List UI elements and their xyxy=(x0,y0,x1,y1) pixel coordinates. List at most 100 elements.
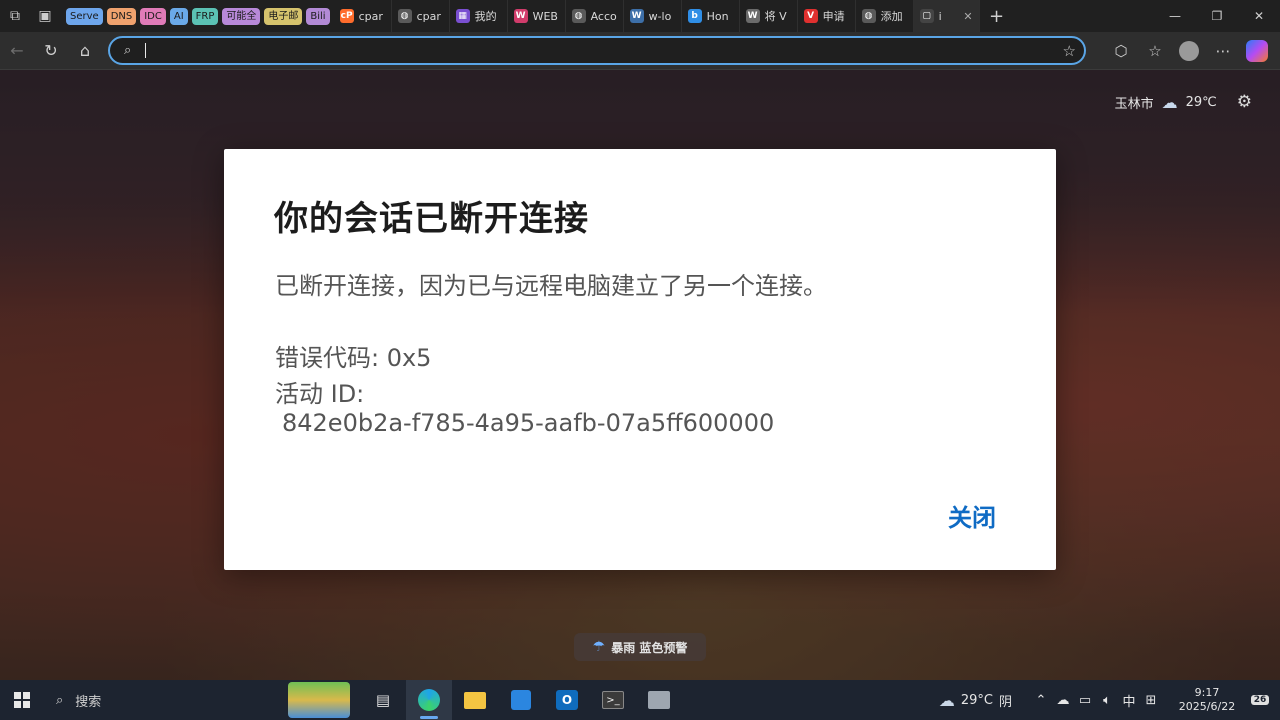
tab-group[interactable]: 可能全 xyxy=(222,7,261,25)
folder-icon xyxy=(464,691,486,709)
tab-group[interactable]: Serve xyxy=(66,7,103,25)
browser-tab[interactable]: W将 V xyxy=(740,0,798,32)
tab-group[interactable]: AI xyxy=(169,7,188,25)
tab-label: cpar xyxy=(358,9,383,23)
taskbar-store[interactable] xyxy=(498,680,544,720)
activity-id-value: 842e0b2a-f785-4a95-aafb-07a5ff600000 xyxy=(282,409,775,437)
terminal-icon: >_ xyxy=(602,691,624,709)
browser-tab[interactable]: Ww-lo xyxy=(624,0,682,32)
browser-tab[interactable]: ◍ Acco xyxy=(566,0,624,32)
tab-group[interactable]: 电子邮 xyxy=(264,7,303,25)
tab-group[interactable]: Bili xyxy=(306,7,330,25)
tab-bar: ⧉ ▣ Serve DNS IDC AI FRP 可能全 电子邮 Bili cP cpar ◍ cp… xyxy=(0,0,1280,32)
window-close-icon[interactable]: ✕ xyxy=(1238,0,1280,32)
browser-tab[interactable]: W WEB xyxy=(508,0,566,32)
taskbar-search-placeholder: 搜索 xyxy=(75,694,102,710)
browser-tab[interactable]: ◍ cpar xyxy=(392,0,450,32)
web-icon: W xyxy=(513,9,528,23)
taskbar-edge[interactable] xyxy=(406,680,452,720)
vivaldi-icon: V xyxy=(803,9,818,23)
onedrive-icon[interactable]: ☁ xyxy=(1052,693,1074,708)
error-code: 错误代码: 0x5 xyxy=(275,344,432,372)
text-caret xyxy=(145,43,147,58)
tab-group[interactable]: DNS xyxy=(106,7,137,25)
new-tab-button[interactable]: + xyxy=(980,0,1014,32)
more-menu-icon[interactable]: ⋯ xyxy=(1206,34,1240,68)
globe-icon: ◍ xyxy=(571,9,586,23)
browser-tab[interactable]: cP cpar xyxy=(334,0,392,32)
notification-center[interactable]: 26 xyxy=(1244,680,1276,720)
ime-grid-icon[interactable]: ⊞ xyxy=(1140,693,1162,708)
extensions-icon[interactable]: ⬡ xyxy=(1104,34,1138,68)
tab-label: WEB xyxy=(532,9,558,23)
back-button[interactable]: ← xyxy=(0,34,34,68)
tray-weather-condition: 阴 xyxy=(998,694,1012,710)
minimize-icon[interactable]: — xyxy=(1154,0,1196,32)
taskbar-outlook[interactable]: O xyxy=(544,680,590,720)
weather-alert-badge[interactable]: ☂ 暴雨 蓝色预警 xyxy=(574,633,706,661)
close-button[interactable]: 关闭 xyxy=(948,498,996,533)
system-tray: ☁ 29°C 阴 ⌃ ☁ ▭ 🔈︎ 中 ⊞ 9:17 2025/6/22 26 xyxy=(939,680,1280,720)
tab-actions-icon[interactable]: ▣ xyxy=(30,1,60,31)
start-button[interactable] xyxy=(0,680,44,720)
clock[interactable]: 9:17 2025/6/22 xyxy=(1170,686,1244,714)
tab-label: Hon xyxy=(706,9,729,23)
tab-active-favicon-icon: ▢ xyxy=(919,9,934,23)
favorites-icon[interactable]: ☆ xyxy=(1138,34,1172,68)
outlook-icon: O xyxy=(556,690,578,710)
taskbar-remote-desktop[interactable] xyxy=(636,680,682,720)
cloud-icon: ☁ xyxy=(938,690,955,710)
task-view-icon[interactable]: ▤ xyxy=(360,680,406,720)
globe-icon: ◍ xyxy=(861,9,876,23)
tab-group[interactable]: FRP xyxy=(191,7,219,25)
maximize-icon[interactable]: ❐ xyxy=(1196,0,1238,32)
wordpress-icon: W xyxy=(745,9,760,23)
taskbar-terminal[interactable]: >_ xyxy=(590,680,636,720)
home-button[interactable]: ⌂ xyxy=(68,34,102,68)
search-icon: ⌕ xyxy=(124,43,132,58)
cloudy-icon: ☁ xyxy=(1161,92,1178,112)
search-icon: ⌕ xyxy=(56,692,64,708)
activity-id-label: 活动 ID: xyxy=(275,380,365,408)
settings-gear-icon[interactable]: ⚙ xyxy=(1237,92,1252,112)
url-input[interactable]: ⌕ ☆ xyxy=(108,36,1086,65)
wordpress-icon: W xyxy=(629,9,644,23)
clock-time: 9:17 xyxy=(1194,686,1220,699)
chevron-up-icon[interactable]: ⌃ xyxy=(1030,693,1052,708)
tab-active[interactable]: ▢ i ✕ xyxy=(913,0,980,32)
browser-tab[interactable]: b Hon xyxy=(682,0,740,32)
favorite-star-icon[interactable]: ☆ xyxy=(1063,42,1076,60)
network-icon[interactable]: ▭ xyxy=(1074,693,1096,708)
session-disconnected-dialog: 你的会话已断开连接 已断开连接，因为已与远程电脑建立了另一个连接。 错误代码: … xyxy=(224,149,1056,570)
tab-active-label: i xyxy=(938,9,942,23)
tab-label: 将 V xyxy=(764,10,787,23)
tray-weather[interactable]: ☁ 29°C 阴 xyxy=(939,691,1012,710)
notification-count: 26 xyxy=(1250,695,1270,705)
ime-indicator[interactable]: 中 xyxy=(1118,691,1140,710)
store-icon xyxy=(511,690,531,710)
taskbar-explorer[interactable] xyxy=(452,680,498,720)
remote-desktop-icon xyxy=(648,691,670,709)
window-controls: — ❐ ✕ xyxy=(1154,0,1280,32)
dialog-title: 你的会话已断开连接 xyxy=(274,199,589,239)
edge-icon xyxy=(418,689,440,711)
tab-label: 申请 xyxy=(822,10,845,23)
browser-tab[interactable]: ▦ 我的 xyxy=(450,0,508,32)
address-bar: ← ↻ ⌂ ⌕ ☆ ⬡ ☆ ⋯ xyxy=(0,32,1280,70)
profile-avatar[interactable] xyxy=(1179,41,1199,61)
tab-label: cpar xyxy=(416,9,441,23)
tab-label: Acco xyxy=(590,9,617,23)
volume-icon[interactable]: 🔈︎ xyxy=(1096,693,1118,708)
weather-widget[interactable]: 玉林市 ☁ 29℃ ⚙ xyxy=(1115,92,1252,112)
browser-tab[interactable]: V 申请 xyxy=(798,0,856,32)
taskbar-search[interactable]: ⌕ 搜索 xyxy=(44,680,236,720)
refresh-button[interactable]: ↻ xyxy=(34,34,68,68)
browser-tab[interactable]: ◍ 添加 xyxy=(856,0,914,32)
rain-alert-icon: ☂ xyxy=(592,639,606,655)
search-highlight-image[interactable] xyxy=(288,682,350,718)
tab-group[interactable]: IDC xyxy=(140,7,166,25)
tab-close-icon[interactable]: ✕ xyxy=(963,10,972,23)
copilot-icon[interactable] xyxy=(1246,40,1268,62)
windows-logo-icon xyxy=(14,692,30,708)
workspaces-icon[interactable]: ⧉ xyxy=(0,1,30,31)
